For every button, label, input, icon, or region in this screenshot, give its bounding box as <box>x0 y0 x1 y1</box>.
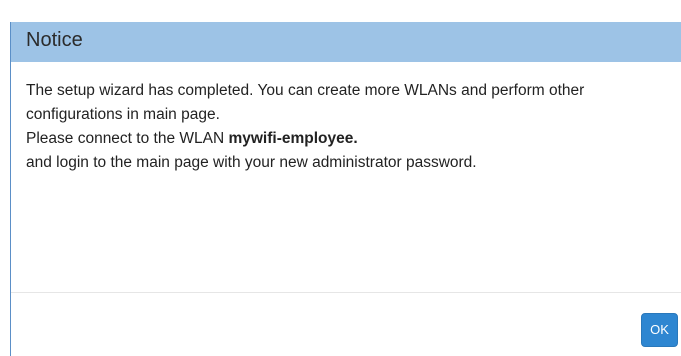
footer-divider <box>11 292 681 293</box>
dialog-title: Notice <box>26 29 83 51</box>
message-connect-prefix: Please connect to the WLAN <box>26 130 229 147</box>
ok-button[interactable]: OK <box>641 313 678 347</box>
message-line-login: and login to the main page with your new… <box>26 154 477 171</box>
message-line-connect: Please connect to the WLAN mywifi-employ… <box>26 127 671 151</box>
message-line-completion: The setup wizard has completed. You can … <box>26 82 585 123</box>
wlan-ssid: mywifi-employee. <box>228 130 358 147</box>
notice-dialog: Notice The setup wizard has completed. Y… <box>10 22 681 356</box>
dialog-message: The setup wizard has completed. You can … <box>26 79 671 175</box>
dialog-header: Notice <box>11 22 681 62</box>
